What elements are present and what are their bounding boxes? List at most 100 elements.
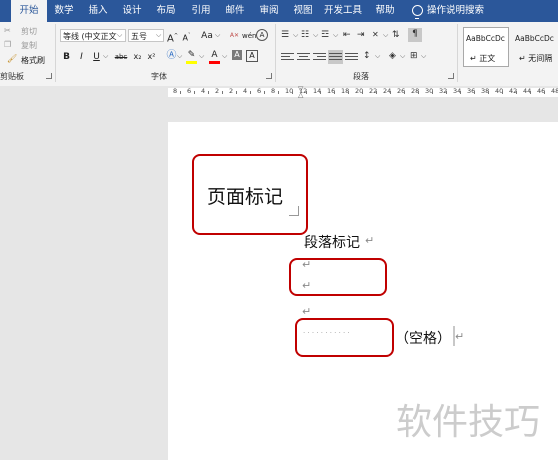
ruler-tick — [208, 91, 209, 94]
paragraph-mark: ↵ — [302, 305, 312, 318]
ruler-tick — [180, 91, 181, 94]
style-normal[interactable]: AaBbCcDc ↵ 正文 — [463, 27, 509, 67]
ruler-tick — [278, 91, 279, 94]
clear-formatting-icon[interactable]: A✕ — [228, 30, 241, 42]
ruler-tick — [222, 91, 223, 94]
tab-references[interactable]: 引用 — [187, 0, 215, 22]
tell-me-search[interactable]: 操作说明搜索 — [427, 0, 493, 22]
font-name-value: 等线 (中文正文 — [63, 32, 117, 41]
paragraph-text: 段落标记 — [304, 235, 360, 251]
borders-icon[interactable]: ⊞ — [410, 50, 418, 62]
phonetic-guide-icon[interactable]: wén — [242, 30, 256, 42]
font-size-value: 五号 — [131, 32, 147, 41]
shading-bucket-icon[interactable]: ◈ — [389, 50, 396, 62]
italic-button[interactable]: I — [75, 51, 88, 63]
tab-view[interactable]: 视图 — [289, 0, 317, 22]
style-preview: AaBbCcDc — [515, 34, 554, 43]
tab-mailings[interactable]: 邮件 — [221, 0, 249, 22]
superscript-button[interactable]: x² — [145, 51, 158, 63]
paragraph-group-label: 段落 — [353, 72, 369, 81]
ruler-tick — [264, 91, 265, 94]
chevron-down-icon[interactable]: ⌵ — [222, 52, 227, 61]
hanging-indent-icon[interactable]: △ — [298, 92, 303, 99]
clipboard-group-label: 剪贴板 — [0, 72, 24, 81]
distributed-icon[interactable] — [345, 51, 358, 63]
subscript-button[interactable]: x₂ — [131, 51, 144, 63]
style-no-spacing[interactable]: AaBbCcDc ↵ 无间隔 — [512, 27, 558, 67]
ruler-tick — [334, 91, 335, 94]
tab-review[interactable]: 审阅 — [255, 0, 283, 22]
divider — [275, 24, 276, 82]
chevron-down-icon[interactable]: ⌵ — [333, 31, 338, 40]
style-name: ↵ 正文 — [470, 54, 496, 63]
chevron-down-icon[interactable]: ⌵ — [199, 52, 204, 61]
chevron-down-icon[interactable]: ⌵ — [400, 52, 405, 61]
copy-button[interactable]: 复制 — [21, 40, 37, 51]
enclose-character-icon[interactable]: A — [256, 29, 268, 41]
ruler-number: 2 — [229, 87, 234, 95]
highlight-pen-icon[interactable]: ✎ — [185, 49, 198, 61]
chevron-down-icon[interactable]: ⌵ — [313, 31, 318, 40]
chevron-down-icon[interactable]: ⌵ — [293, 31, 298, 40]
ruler-number: 8 — [173, 87, 178, 95]
tab-math[interactable]: 数学 — [50, 0, 78, 22]
paragraph-mark: ↵ — [302, 258, 312, 271]
underline-button[interactable]: U — [90, 51, 103, 63]
ruler-tick — [362, 91, 363, 94]
numbering-icon[interactable]: ☷ — [301, 29, 309, 41]
line-spacing-icon[interactable]: ↕ — [363, 50, 371, 62]
tab-layout[interactable]: 布局 — [152, 0, 180, 22]
font-launcher-icon[interactable] — [266, 73, 272, 79]
sort-icon[interactable]: ⇅ — [392, 29, 400, 41]
tab-developer[interactable]: 开发工具 — [323, 0, 363, 22]
increase-indent-icon[interactable]: ⇥ — [357, 29, 365, 41]
chevron-down-icon[interactable]: ⌵ — [421, 52, 426, 61]
chevron-down-icon[interactable]: ⌵ — [383, 31, 388, 40]
cut-button[interactable]: 剪切 — [21, 26, 37, 37]
chevron-down-icon[interactable]: ⌵ — [215, 31, 220, 40]
watermark-text: 软件技巧 — [396, 402, 541, 443]
chevron-down-icon[interactable]: ⌵ — [177, 52, 182, 61]
ruler-tick — [376, 91, 377, 94]
chevron-down-icon[interactable]: ⌵ — [156, 31, 161, 40]
format-painter-icon: 🖌 — [7, 54, 18, 63]
align-left-icon[interactable] — [281, 51, 294, 63]
tab-design[interactable]: 设计 — [118, 0, 146, 22]
tab-home[interactable]: 开始 — [11, 0, 47, 22]
tab-insert[interactable]: 插入 — [84, 0, 112, 22]
clipboard-launcher-icon[interactable] — [46, 73, 52, 79]
shrink-font-icon[interactable]: Aˇ — [180, 30, 193, 43]
chinese-layout-icon[interactable]: ✕ — [372, 29, 379, 41]
show-hide-marks-icon[interactable]: ¶ — [408, 28, 422, 42]
multilevel-list-icon[interactable]: ☲ — [321, 29, 329, 41]
grow-font-icon[interactable]: A^ — [166, 30, 179, 44]
bullets-icon[interactable]: ☰ — [281, 29, 289, 41]
change-case-icon[interactable]: Aa — [198, 30, 216, 42]
highlight-color-bar — [186, 61, 197, 64]
horizontal-ruler[interactable]: 8 6 4 2 2 4 6 8 10 12 14 16 18 20 22 24 26 28 30 32 34 36 38 40… — [168, 87, 558, 97]
ruler-tick — [474, 91, 475, 94]
scissors-icon: ✂ — [4, 26, 11, 35]
tab-help[interactable]: 帮助 — [371, 0, 399, 22]
justify-icon[interactable] — [328, 50, 343, 64]
font-color-icon[interactable]: A — [208, 49, 221, 61]
ruler-tick — [194, 91, 195, 94]
chevron-down-icon[interactable]: ⌵ — [117, 31, 122, 40]
chevron-down-icon[interactable]: ⌵ — [375, 52, 380, 61]
ruler-number: 48 — [551, 87, 558, 95]
bold-button[interactable]: B — [60, 51, 73, 63]
align-center-icon[interactable] — [297, 51, 310, 63]
copy-icon: ❐ — [4, 40, 12, 49]
decrease-indent-icon[interactable]: ⇤ — [343, 29, 351, 41]
divider — [55, 24, 56, 82]
ruler-tick — [250, 91, 251, 94]
character-shading-icon[interactable]: A — [232, 50, 242, 60]
ribbon-tab-bar: 开始 数学 插入 设计 布局 引用 邮件 审阅 视图 开发工具 帮助 操作说明搜… — [0, 0, 558, 22]
paragraph-launcher-icon[interactable] — [448, 73, 454, 79]
ruler-tick — [488, 91, 489, 94]
format-painter-button[interactable]: 格式刷 — [21, 55, 45, 66]
chevron-down-icon[interactable]: ⌵ — [103, 52, 108, 61]
align-right-icon[interactable] — [313, 51, 326, 63]
strikethrough-button[interactable]: abc — [113, 51, 129, 63]
character-border-icon[interactable]: A — [246, 50, 258, 62]
